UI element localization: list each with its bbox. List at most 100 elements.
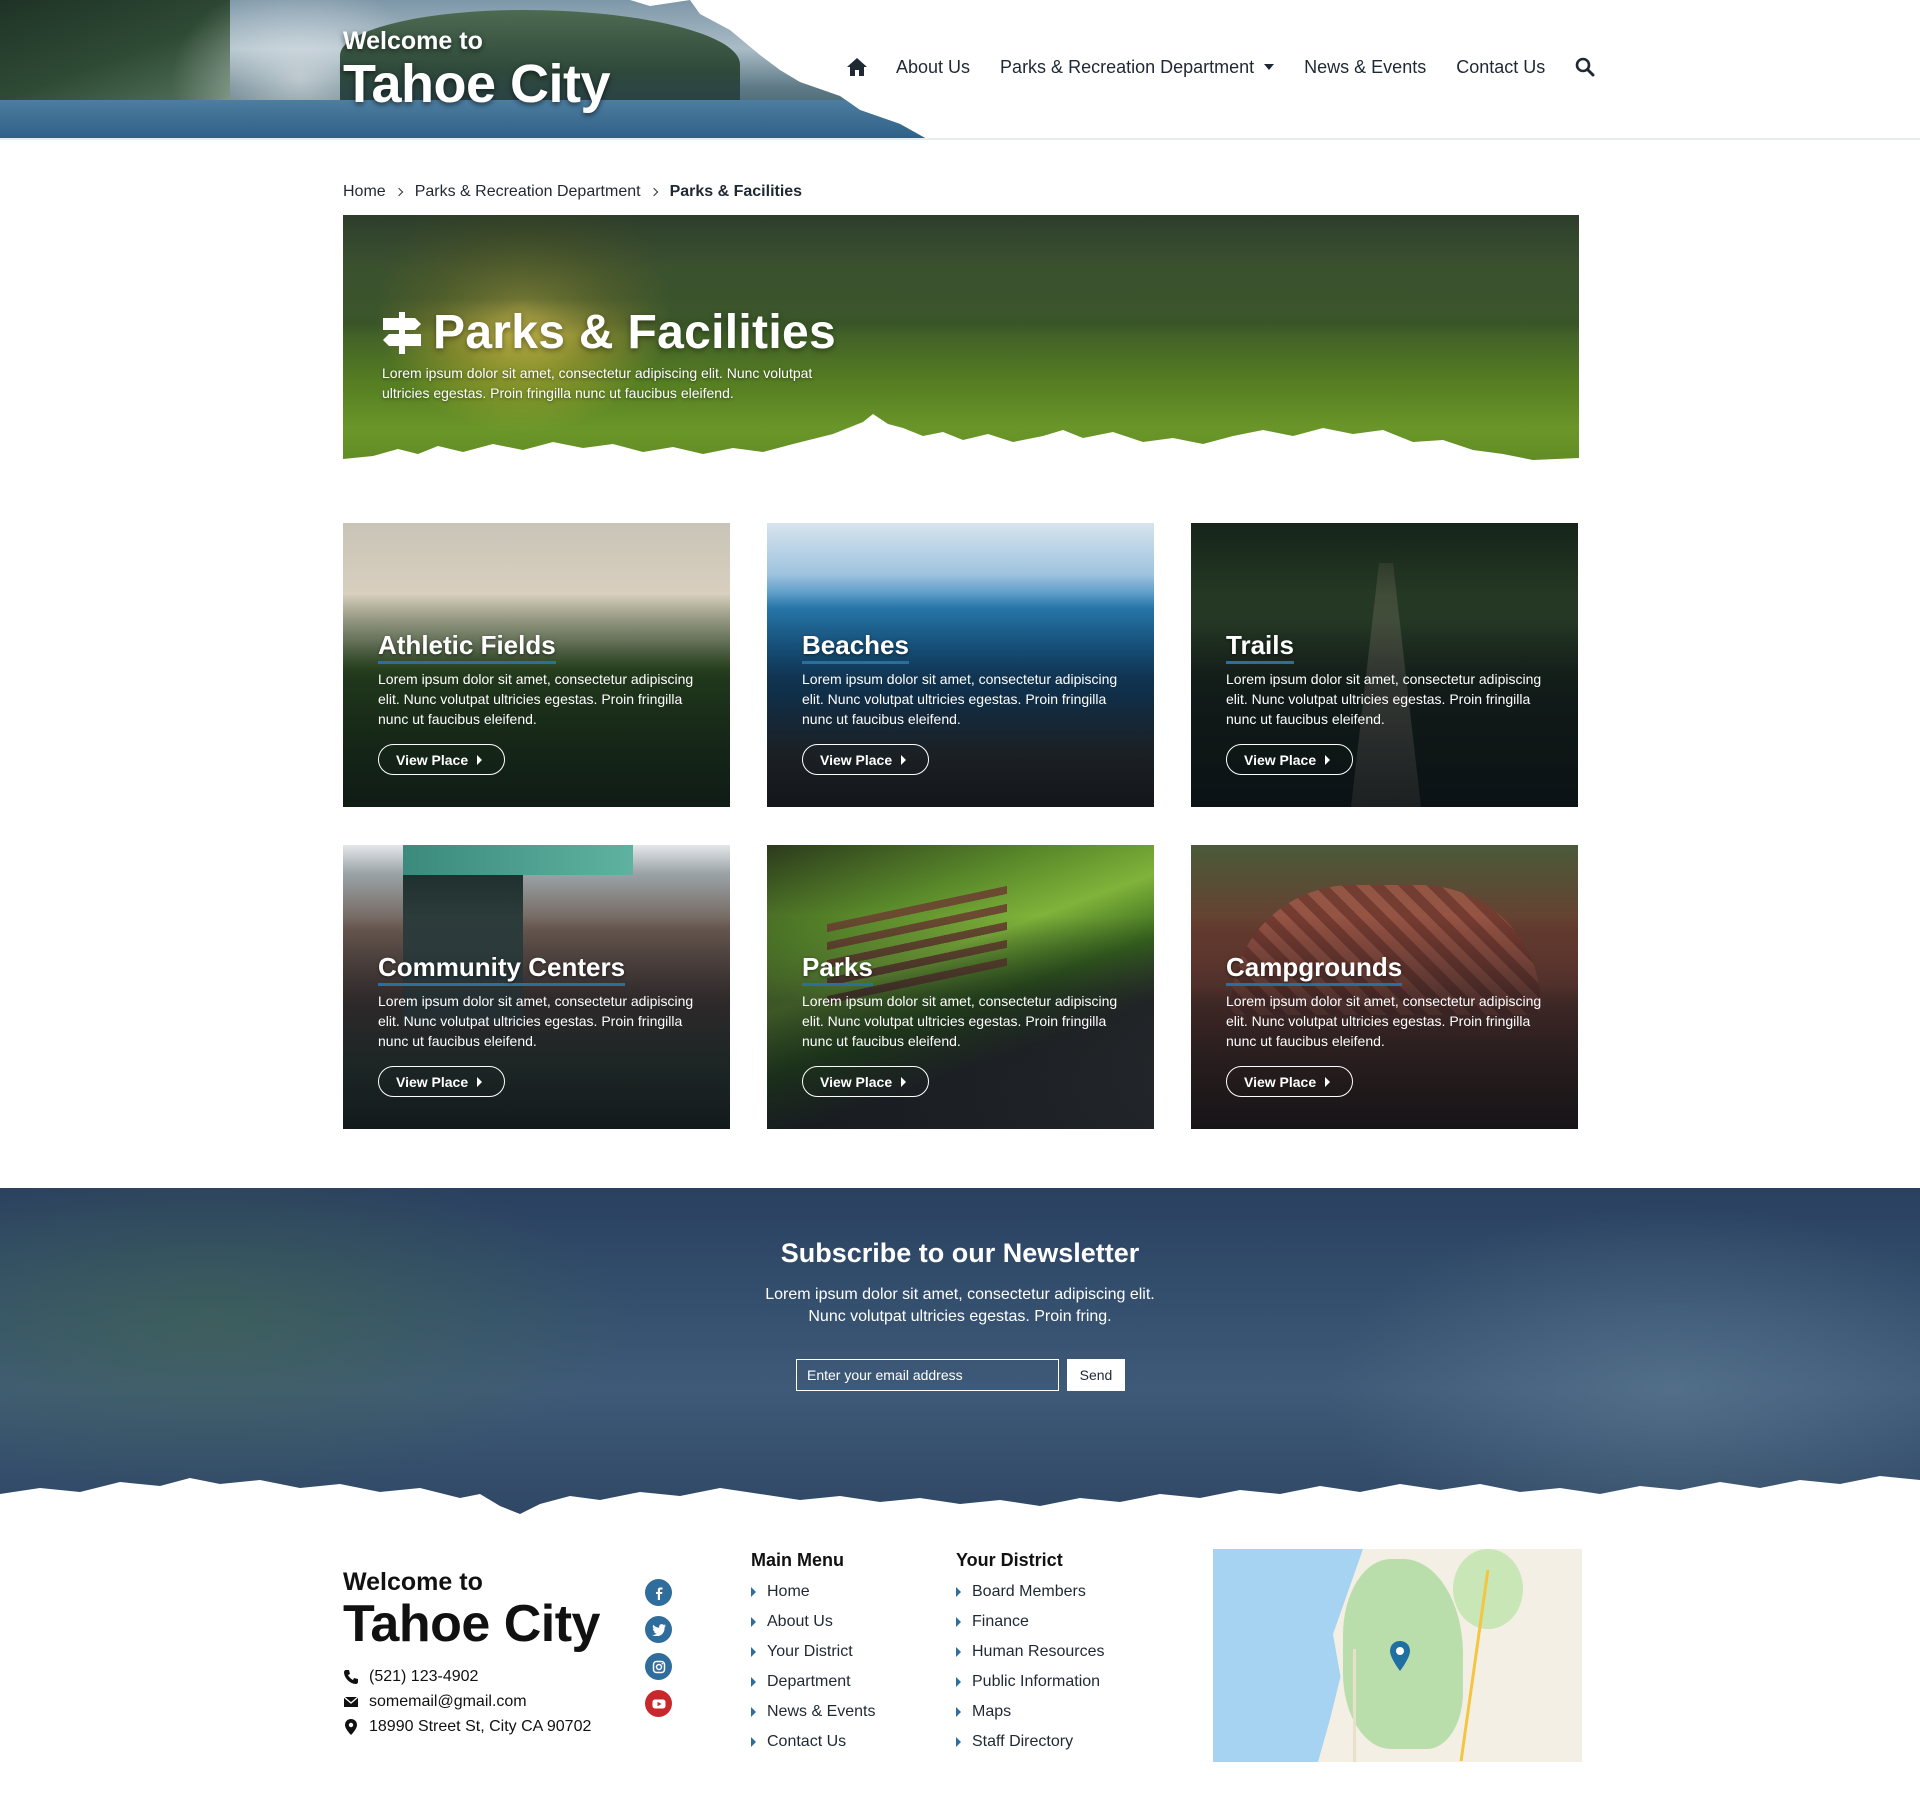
footer-phone[interactable]: (521) 123-4902 bbox=[369, 1668, 478, 1686]
nav-parks-recreation-label: Parks & Recreation Department bbox=[1000, 56, 1255, 77]
card-trails: Trails Lorem ipsum dolor sit amet, conse… bbox=[1191, 523, 1578, 807]
signpost-icon bbox=[383, 311, 421, 354]
footer-link-label: Maps bbox=[972, 1703, 1012, 1720]
card-description: Lorem ipsum dolor sit amet, consectetur … bbox=[378, 671, 694, 727]
card-description: Lorem ipsum dolor sit amet, consectetur … bbox=[378, 993, 694, 1049]
view-place-label: View Place bbox=[396, 751, 469, 768]
footer-link-human-resources[interactable]: Human Resources bbox=[956, 1637, 1105, 1667]
nav-about-us[interactable]: About Us bbox=[896, 57, 970, 78]
site-header: Welcome to Tahoe City About Us Parks & R… bbox=[0, 0, 1920, 140]
email-input[interactable] bbox=[796, 1359, 1059, 1391]
breadcrumb: Home Parks & Recreation Department Parks… bbox=[343, 183, 802, 201]
page-title: Parks & Facilities bbox=[381, 305, 836, 360]
footer-link-finance[interactable]: Finance bbox=[956, 1607, 1105, 1637]
card-description: Lorem ipsum dolor sit amet, consectetur … bbox=[802, 993, 1118, 1049]
view-place-label: View Place bbox=[1244, 1073, 1317, 1090]
twitter-icon[interactable] bbox=[645, 1616, 672, 1643]
newsletter-line2: Nunc volutpat ultricies egestas. Proin f… bbox=[808, 1308, 1112, 1325]
footer-link-label: Contact Us bbox=[767, 1733, 847, 1750]
card-description: Lorem ipsum dolor sit amet, consectetur … bbox=[802, 671, 1118, 727]
facebook-icon[interactable] bbox=[645, 1579, 672, 1606]
footer-link-department[interactable]: Department bbox=[751, 1667, 875, 1697]
footer-link-news-events[interactable]: News & Events bbox=[751, 1697, 875, 1727]
footer-address: 18990 Street St, City CA 90702 bbox=[369, 1717, 592, 1735]
footer-link-your-district[interactable]: Your District bbox=[751, 1637, 875, 1667]
caret-right-icon bbox=[751, 1707, 756, 1717]
hero-description: Lorem ipsum dolor sit amet, consectetur … bbox=[382, 365, 813, 401]
card-community-centers: Community Centers Lorem ipsum dolor sit … bbox=[343, 845, 730, 1129]
card-title: Beaches bbox=[802, 629, 909, 664]
footer-link-staff-directory[interactable]: Staff Directory bbox=[956, 1727, 1105, 1757]
footer-map[interactable] bbox=[1213, 1549, 1582, 1762]
logo-line1: Welcome to bbox=[343, 27, 483, 55]
caret-right-icon bbox=[956, 1617, 961, 1627]
newsletter-line1: Lorem ipsum dolor sit amet, consectetur … bbox=[765, 1286, 1155, 1303]
card-athletic-fields: Athletic Fields Lorem ipsum dolor sit am… bbox=[343, 523, 730, 807]
youtube-icon[interactable] bbox=[645, 1690, 672, 1717]
map-marker-icon bbox=[345, 1718, 357, 1735]
breadcrumb-home[interactable]: Home bbox=[343, 183, 386, 201]
footer-link-label: Board Members bbox=[972, 1583, 1086, 1600]
home-icon[interactable] bbox=[846, 57, 868, 77]
instagram-icon[interactable] bbox=[645, 1653, 672, 1680]
mountain-divider bbox=[0, 1476, 1920, 1523]
chevron-right-icon bbox=[394, 187, 403, 197]
map-pin-icon bbox=[1390, 1641, 1410, 1671]
card-beaches: Beaches Lorem ipsum dolor sit amet, cons… bbox=[767, 523, 1154, 807]
card-title: Athletic Fields bbox=[378, 629, 556, 664]
footer-link-label: Staff Directory bbox=[972, 1733, 1074, 1750]
view-place-label: View Place bbox=[396, 1073, 469, 1090]
footer-link-public-information[interactable]: Public Information bbox=[956, 1667, 1105, 1697]
nav-news-events[interactable]: News & Events bbox=[1304, 57, 1426, 78]
breadcrumb-parks-recreation[interactable]: Parks & Recreation Department bbox=[415, 183, 641, 201]
view-place-button[interactable]: View Place bbox=[802, 1066, 930, 1097]
caret-right-icon bbox=[751, 1737, 756, 1747]
footer-email[interactable]: somemail@gmail.com bbox=[369, 1693, 527, 1711]
caret-right-icon bbox=[901, 1076, 907, 1087]
send-button[interactable]: Send bbox=[1067, 1359, 1125, 1391]
caret-right-icon bbox=[956, 1677, 961, 1687]
footer-link-label: Finance bbox=[972, 1613, 1029, 1630]
caret-right-icon bbox=[751, 1587, 756, 1597]
footer-link-label: Your District bbox=[767, 1643, 853, 1660]
caret-right-icon bbox=[751, 1677, 756, 1687]
newsletter-title: Subscribe to our Newsletter bbox=[780, 1238, 1140, 1268]
chevron-right-icon bbox=[649, 187, 658, 197]
view-place-button[interactable]: View Place bbox=[1226, 1066, 1354, 1097]
footer-main-menu-title: Main Menu bbox=[751, 1550, 844, 1570]
card-description: Lorem ipsum dolor sit amet, consectetur … bbox=[1226, 671, 1542, 727]
card-campgrounds: Campgrounds Lorem ipsum dolor sit amet, … bbox=[1191, 845, 1578, 1129]
caret-right-icon bbox=[956, 1587, 961, 1597]
caret-right-icon bbox=[477, 1076, 483, 1087]
caret-right-icon bbox=[477, 754, 483, 765]
footer-contact: (521) 123-4902 somemail@gmail.com 18990 … bbox=[343, 1664, 591, 1739]
hero-banner: Parks & Facilities Lorem ipsum dolor sit… bbox=[343, 215, 1579, 483]
search-icon[interactable] bbox=[1575, 57, 1595, 77]
hero-title: Parks & Facilities bbox=[433, 306, 836, 359]
footer-link-label: Department bbox=[767, 1673, 851, 1690]
card-title: Trails bbox=[1226, 629, 1294, 664]
caret-right-icon bbox=[1325, 754, 1331, 765]
view-place-button[interactable]: View Place bbox=[802, 744, 930, 775]
card-parks: Parks Lorem ipsum dolor sit amet, consec… bbox=[767, 845, 1154, 1129]
view-place-label: View Place bbox=[820, 751, 893, 768]
view-place-button[interactable]: View Place bbox=[378, 1066, 506, 1097]
view-place-label: View Place bbox=[1244, 751, 1317, 768]
card-title: Parks bbox=[802, 951, 873, 986]
footer-your-district: Your District Board Members Finance Huma… bbox=[956, 1550, 1105, 1757]
footer-link-home[interactable]: Home bbox=[751, 1577, 875, 1607]
footer-link-contact-us[interactable]: Contact Us bbox=[751, 1727, 875, 1757]
site-logo[interactable]: Welcome to Tahoe City bbox=[343, 26, 611, 112]
footer-link-board-members[interactable]: Board Members bbox=[956, 1577, 1105, 1607]
envelope-icon bbox=[343, 1695, 359, 1707]
newsletter-description: Lorem ipsum dolor sit amet, consectetur … bbox=[0, 1284, 1920, 1328]
nav-contact-us[interactable]: Contact Us bbox=[1456, 57, 1545, 78]
footer-link-maps[interactable]: Maps bbox=[956, 1697, 1105, 1727]
footer-logo[interactable]: Welcome to Tahoe City bbox=[343, 1568, 600, 1652]
view-place-button[interactable]: View Place bbox=[378, 744, 506, 775]
footer-link-label: Human Resources bbox=[972, 1643, 1105, 1660]
nav-parks-recreation[interactable]: Parks & Recreation Department bbox=[1000, 56, 1275, 78]
footer-link-about-us[interactable]: About Us bbox=[751, 1607, 875, 1637]
card-title: Campgrounds bbox=[1226, 951, 1403, 986]
view-place-button[interactable]: View Place bbox=[1226, 744, 1354, 775]
